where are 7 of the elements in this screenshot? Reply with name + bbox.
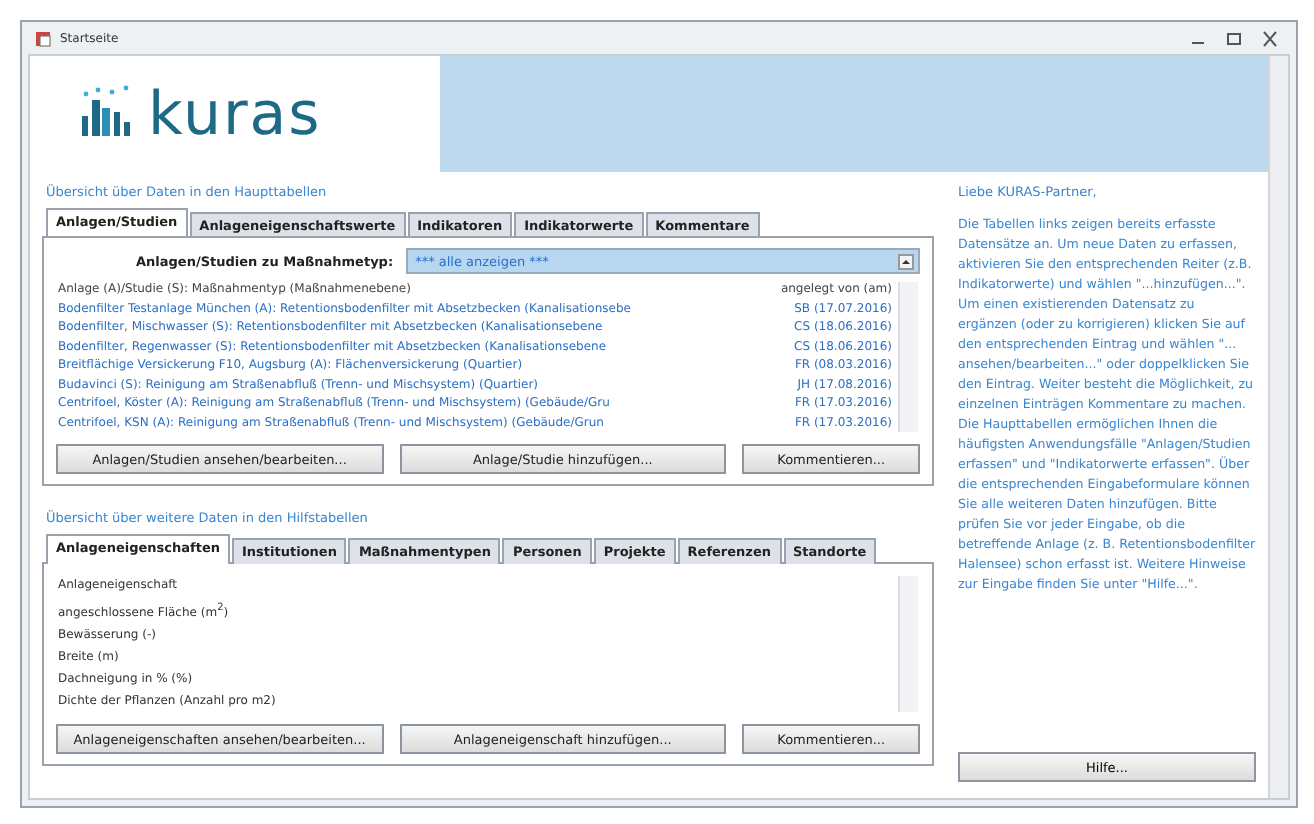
scrollbar[interactable] bbox=[898, 576, 918, 712]
logo-text: kuras bbox=[148, 79, 322, 149]
dropdown-arrow-icon[interactable] bbox=[898, 253, 914, 269]
records-list[interactable] bbox=[56, 280, 920, 434]
scrollbar[interactable] bbox=[1268, 56, 1288, 798]
app-icon bbox=[34, 29, 52, 47]
scrollbar[interactable] bbox=[898, 282, 918, 432]
